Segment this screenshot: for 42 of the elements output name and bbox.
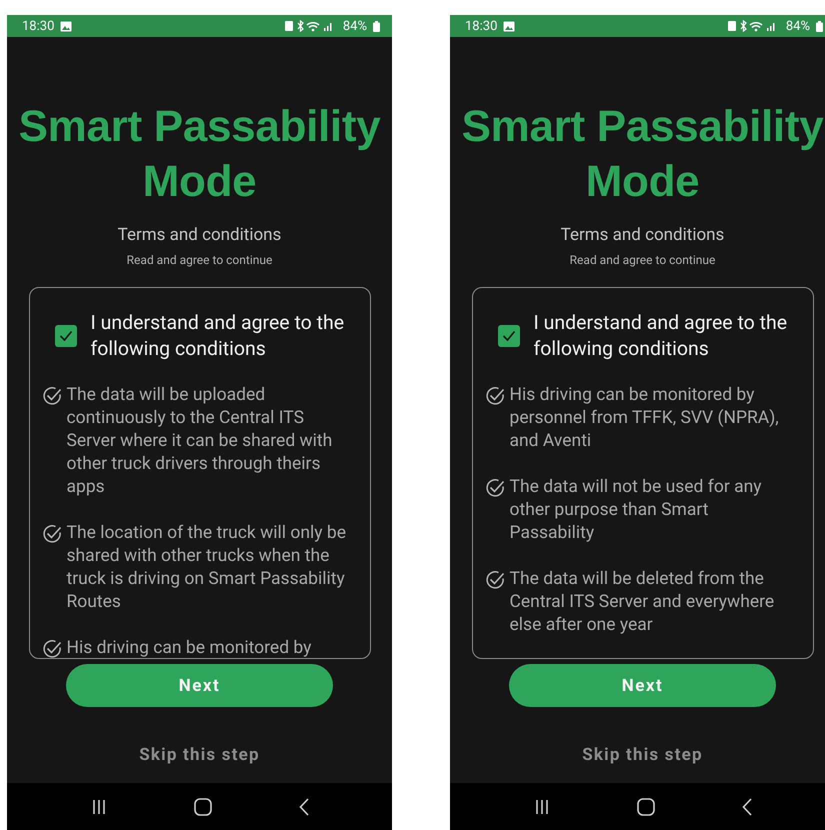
- skip-link[interactable]: Skip this step: [139, 745, 260, 765]
- check-circle-icon: [484, 569, 506, 591]
- check-circle-icon: [40, 385, 62, 407]
- home-icon[interactable]: [194, 798, 212, 816]
- status-time: 18:30: [465, 18, 498, 34]
- battery-icon: [373, 20, 380, 32]
- back-icon[interactable]: [298, 798, 308, 816]
- image-icon: [503, 20, 516, 32]
- section-hint: Read and agree to continue: [570, 253, 716, 267]
- battery-icon: [816, 20, 823, 32]
- check-circle-icon: [40, 638, 62, 658]
- next-button[interactable]: Next: [66, 664, 333, 707]
- back-icon[interactable]: [742, 798, 752, 816]
- image-icon: [60, 20, 72, 32]
- section-title: Terms and conditions: [560, 225, 724, 245]
- condition-text: The data will be deleted from the Central ITS Server and everywhere else after one year: [510, 568, 776, 637]
- check-circle-icon: [484, 385, 506, 407]
- condition-text: The data will not be used for any other purpose than Smart Passability: [510, 476, 763, 545]
- check-circle-icon: [484, 477, 506, 499]
- check-icon: [502, 330, 516, 342]
- check-icon: [58, 330, 72, 342]
- next-button[interactable]: Next: [509, 664, 776, 707]
- condition-text: The data will be uploaded continuously to the Central ITS Server where it can be shared with other truck drivers through theirs apps: [66, 384, 334, 499]
- condition-text: His driving can be monitored by: [66, 637, 312, 658]
- recent-apps-icon[interactable]: [90, 798, 106, 814]
- section-title: Terms and conditions: [118, 225, 282, 245]
- section-hint: Read and agree to continue: [126, 253, 272, 267]
- condition-text: His driving can be monitored by personnel from TFFK, SVV (NPRA), and Aventi: [510, 384, 780, 453]
- recent-apps-icon[interactable]: [534, 798, 550, 814]
- agree-label: I understand and agree to the following conditions: [90, 310, 346, 362]
- agree-checkbox[interactable]: [54, 325, 76, 347]
- battery-level: 84%: [786, 18, 810, 34]
- check-circle-icon: [40, 523, 62, 545]
- skip-link[interactable]: Skip this step: [582, 745, 703, 765]
- screen-title: Smart Passability Mode: [18, 101, 382, 208]
- home-icon[interactable]: [636, 798, 654, 816]
- battery-level: 84%: [342, 18, 367, 34]
- agree-checkbox[interactable]: [498, 325, 520, 347]
- condition-text: The location of the truck will only be shared with other trucks when the truck is driving on Smart Passability Routes: [66, 522, 348, 614]
- status-time: 18:30: [22, 18, 54, 34]
- agree-label: I understand and agree to the following conditions: [534, 310, 788, 362]
- screen-title: Smart Passability Mode: [460, 101, 824, 208]
